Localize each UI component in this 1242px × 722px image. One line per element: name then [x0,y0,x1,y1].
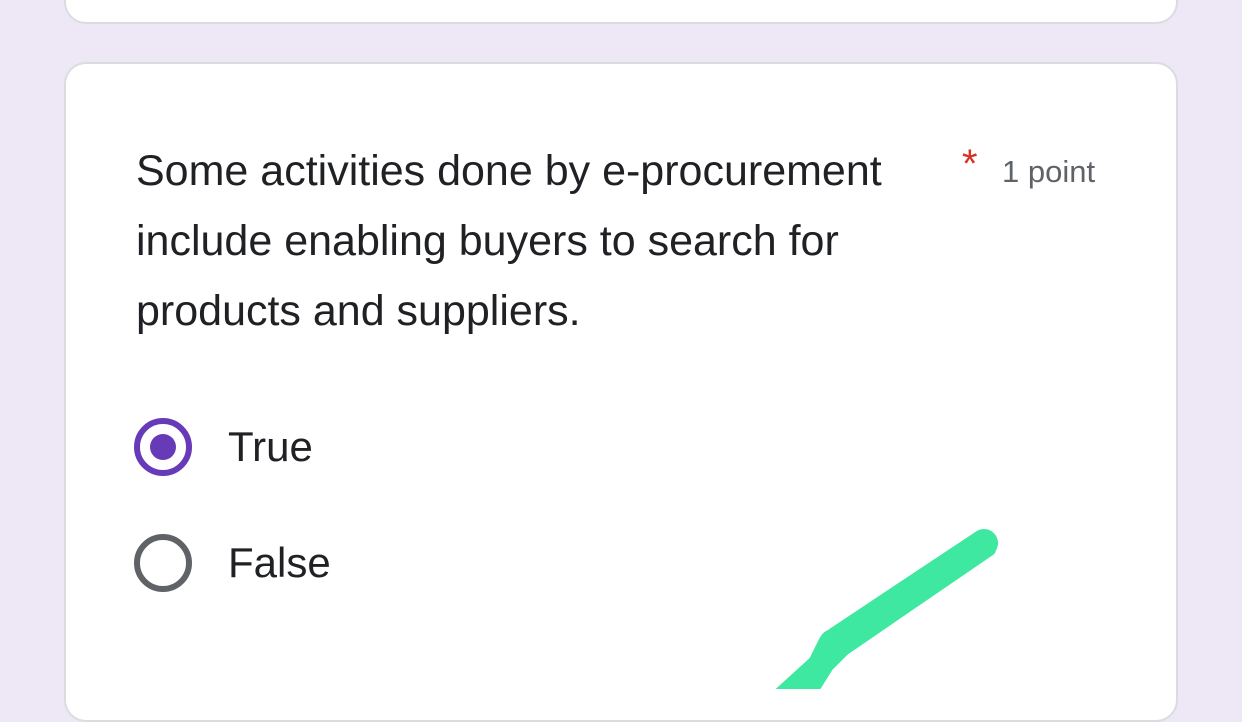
question-text: Some activities done by e-procurement in… [136,147,882,335]
option-label: False [228,539,331,586]
option-false[interactable]: False [134,533,331,593]
points-label: 1 point [1002,154,1096,189]
option-label: True [228,423,313,470]
required-asterisk: * [962,142,978,186]
radio-dot-icon [150,434,176,460]
option-true[interactable]: True [134,417,313,477]
question-card: Some activities done by e-procurement in… [64,62,1178,722]
radio-button-unchecked[interactable] [134,534,192,592]
radio-button-checked[interactable] [134,418,192,476]
previous-question-card [64,0,1178,24]
